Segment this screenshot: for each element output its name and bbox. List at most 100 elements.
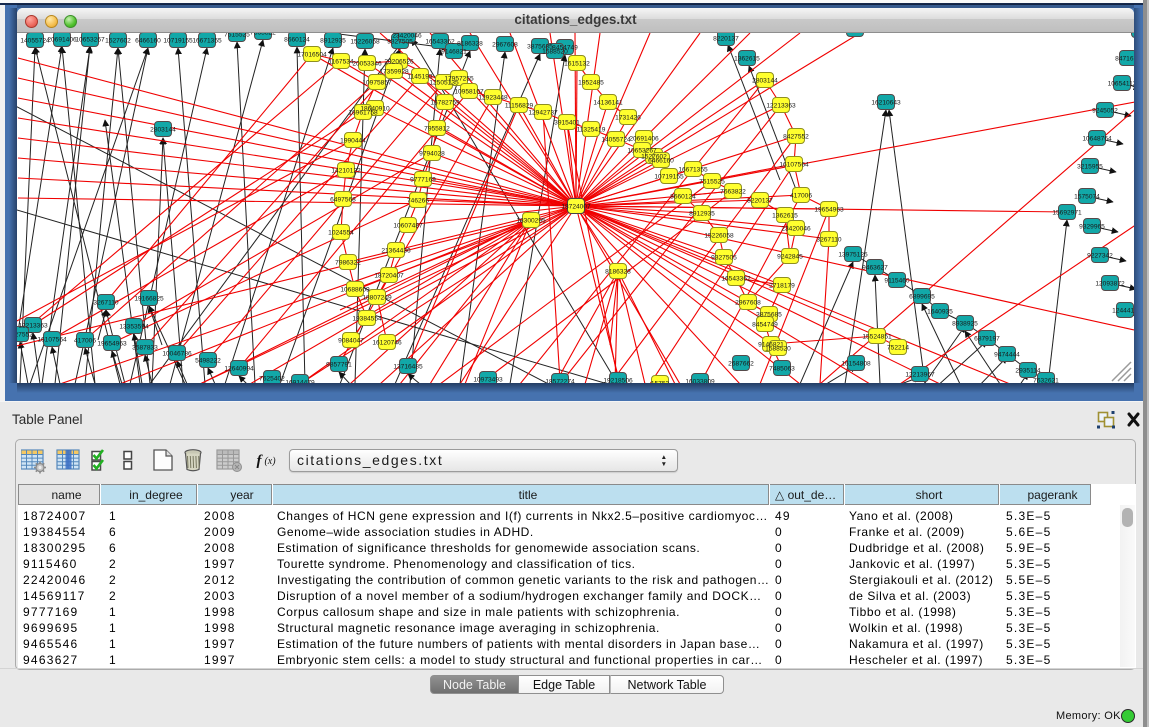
svg-text:9857791: 9857791 xyxy=(326,362,352,369)
svg-text:15524851: 15524851 xyxy=(862,334,892,341)
svg-text:1615132: 1615132 xyxy=(564,61,590,68)
svg-text:1575074: 1575074 xyxy=(1074,194,1100,201)
svg-text:2967608: 2967608 xyxy=(492,42,518,49)
svg-text:16107564: 16107564 xyxy=(37,337,67,344)
svg-text:10653267: 10653267 xyxy=(75,37,105,44)
svg-text:14055724: 14055724 xyxy=(20,38,50,45)
svg-text:1362615: 1362615 xyxy=(772,213,798,220)
svg-text:7515525: 7515525 xyxy=(224,33,250,39)
svg-text:9327505: 9327505 xyxy=(387,39,413,46)
svg-text:8912935: 8912935 xyxy=(320,38,346,45)
svg-text:19654963: 19654963 xyxy=(814,207,844,214)
svg-text:1527602: 1527602 xyxy=(105,38,131,45)
svg-text:16543362: 16543362 xyxy=(721,276,751,283)
svg-text:17359928: 17359928 xyxy=(379,69,409,76)
svg-text:15226058: 15226058 xyxy=(350,39,380,46)
svg-text:10719155: 10719155 xyxy=(163,38,193,45)
svg-text:16210643: 16210643 xyxy=(871,100,901,107)
svg-text:3915401: 3915401 xyxy=(554,120,580,127)
svg-text:10648764: 10648764 xyxy=(1082,136,1112,143)
svg-text:752214: 752214 xyxy=(887,345,909,352)
svg-text:1588520: 1588520 xyxy=(765,346,791,353)
svg-text:16961758: 16961758 xyxy=(348,110,378,117)
svg-text:2718179: 2718179 xyxy=(769,283,795,290)
svg-text:19218506: 19218506 xyxy=(603,378,633,384)
svg-text:12093872: 12093872 xyxy=(1095,281,1125,288)
svg-text:13975125: 13975125 xyxy=(838,252,868,259)
svg-text:16671355: 16671355 xyxy=(192,38,222,45)
svg-text:7663822: 7663822 xyxy=(250,33,276,37)
svg-text:20691406: 20691406 xyxy=(629,136,659,143)
svg-text:20691406: 20691406 xyxy=(47,37,77,44)
svg-text:7485063: 7485063 xyxy=(769,366,795,373)
svg-text:3587833: 3587833 xyxy=(132,345,158,352)
svg-text:14210122: 14210122 xyxy=(331,168,361,175)
svg-text:f: f xyxy=(257,453,264,469)
svg-text:12213363: 12213363 xyxy=(18,323,48,330)
svg-text:417006: 417006 xyxy=(74,338,96,345)
svg-text:8186328: 8186328 xyxy=(457,41,483,48)
svg-text:18300295: 18300295 xyxy=(516,218,546,225)
svg-text:16154808: 16154808 xyxy=(841,361,871,368)
svg-text:16033809: 16033809 xyxy=(685,379,715,384)
svg-text:6879197: 6879197 xyxy=(974,336,1000,343)
svg-text:2718179: 2718179 xyxy=(1127,33,1134,35)
svg-text:9777169: 9777169 xyxy=(410,177,436,184)
svg-text:16543362: 16543362 xyxy=(425,39,455,46)
svg-text:7515525: 7515525 xyxy=(699,179,725,186)
svg-text:7632621: 7632621 xyxy=(1033,378,1059,384)
svg-text:23420046: 23420046 xyxy=(392,33,422,40)
svg-text:11325419: 11325419 xyxy=(577,127,606,134)
svg-text:9227342: 9227342 xyxy=(1087,253,1113,260)
svg-text:1952485: 1952485 xyxy=(578,80,604,87)
svg-text:12213363: 12213363 xyxy=(766,103,796,110)
svg-text:8220137: 8220137 xyxy=(747,198,773,205)
svg-text:8186328: 8186328 xyxy=(605,269,631,276)
svg-text:10654112: 10654112 xyxy=(1108,81,1134,88)
svg-text:8938925: 8938925 xyxy=(952,321,978,328)
svg-text:17016504: 17016504 xyxy=(297,52,327,59)
svg-text:15692971: 15692971 xyxy=(1052,210,1082,217)
svg-text:7986322: 7986322 xyxy=(335,260,361,267)
svg-text:9463627: 9463627 xyxy=(862,265,888,272)
svg-text:6497568: 6497568 xyxy=(330,197,356,204)
svg-text:(x): (x) xyxy=(264,456,276,467)
svg-text:1244415: 1244415 xyxy=(1112,308,1134,315)
svg-text:8471676: 8471676 xyxy=(1115,56,1134,63)
svg-text:18724007: 18724007 xyxy=(561,204,591,211)
svg-text:746266: 746266 xyxy=(407,198,429,205)
svg-text:8427552: 8427552 xyxy=(17,332,33,339)
svg-text:15226058: 15226058 xyxy=(704,233,734,240)
svg-text:3215955: 3215955 xyxy=(1077,164,1103,171)
svg-text:8912935: 8912935 xyxy=(689,211,715,218)
svg-text:9245052: 9245052 xyxy=(1092,108,1118,115)
svg-text:1024554: 1024554 xyxy=(328,230,354,237)
svg-text:9084047: 9084047 xyxy=(338,338,364,345)
svg-text:21364436: 21364436 xyxy=(381,248,411,255)
svg-text:19654963: 19654963 xyxy=(97,341,127,348)
svg-text:18807249: 18807249 xyxy=(362,295,392,302)
svg-text:18720407: 18720407 xyxy=(374,273,404,280)
svg-text:2803144: 2803144 xyxy=(752,78,778,85)
svg-text:3267110: 3267110 xyxy=(816,237,842,244)
svg-text:19166825: 19166825 xyxy=(134,296,164,303)
svg-text:10607487: 10607487 xyxy=(393,223,423,230)
svg-text:1731426: 1731426 xyxy=(615,115,641,122)
svg-text:8660124: 8660124 xyxy=(284,37,310,44)
svg-text:9329965: 9329965 xyxy=(1079,224,1105,231)
svg-text:8427552: 8427552 xyxy=(783,134,809,141)
svg-text:6466160: 6466160 xyxy=(648,158,674,165)
svg-text:8220137: 8220137 xyxy=(713,36,739,43)
svg-text:7663822: 7663822 xyxy=(720,189,746,196)
svg-text:1588520: 1588520 xyxy=(542,49,568,56)
svg-text:2967608: 2967608 xyxy=(735,300,761,307)
svg-text:12942737: 12942737 xyxy=(528,110,558,117)
svg-text:10046786: 10046786 xyxy=(162,351,192,358)
svg-text:9242845: 9242845 xyxy=(842,33,868,34)
svg-text:8660124: 8660124 xyxy=(670,194,696,201)
svg-text:1167534: 1167534 xyxy=(328,59,354,66)
svg-text:15753: 15753 xyxy=(651,381,670,384)
svg-text:12640994: 12640994 xyxy=(224,366,254,373)
svg-text:2687662: 2687662 xyxy=(728,361,754,368)
svg-text:7625402: 7625402 xyxy=(259,376,285,383)
